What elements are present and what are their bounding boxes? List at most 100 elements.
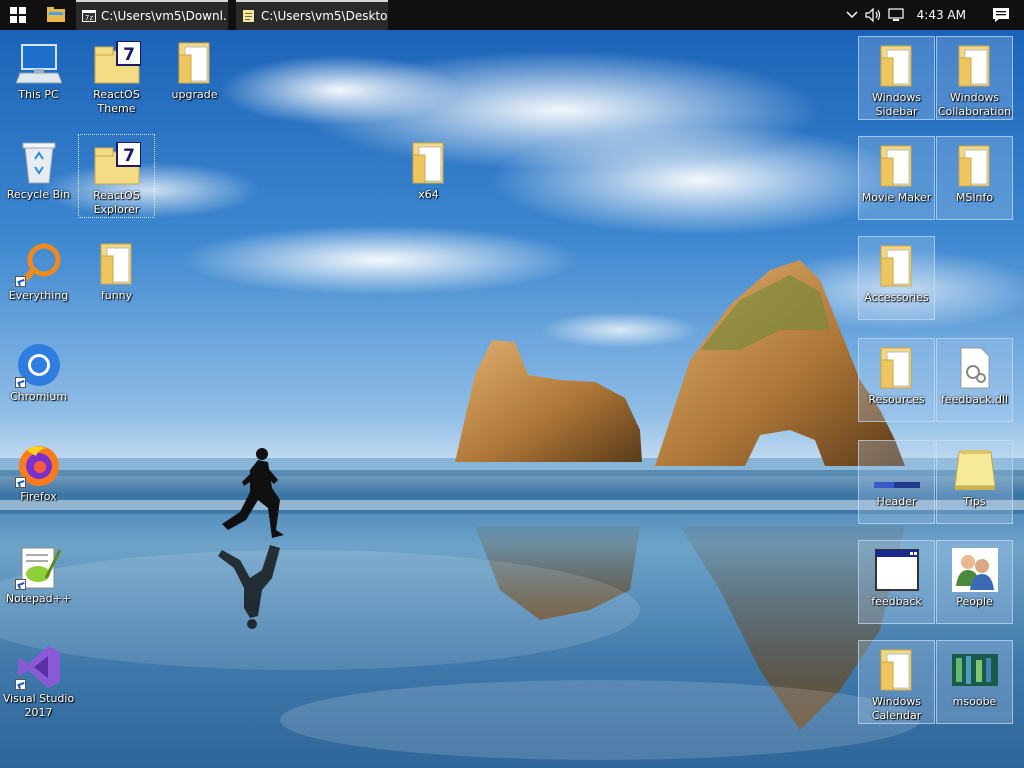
desktop-icon-visual-studio-2017[interactable]: Visual Studio 2017 <box>0 638 77 722</box>
icon-label: Everything <box>8 289 69 302</box>
icon-label: Accessories <box>864 291 929 304</box>
folder-icon <box>171 40 219 86</box>
desktop-icon-feedback[interactable]: feedback <box>858 540 935 624</box>
desktop-icon-everything[interactable]: Everything <box>0 235 77 319</box>
notepad-icon <box>243 10 254 22</box>
desktop-icon-msoobe[interactable]: msoobe <box>936 640 1013 724</box>
taskbar-window-title: C:\Users\vm5\Downl... <box>101 9 228 23</box>
reactos-folder-icon: 7 <box>93 141 141 187</box>
people-icon <box>951 547 999 593</box>
network-icon <box>888 8 904 21</box>
recycle-bin-icon <box>15 140 63 186</box>
folder-icon <box>873 647 921 693</box>
taskbar-window-title: C:\Users\vm5\Deskto... <box>261 9 388 23</box>
desktop-icon-windows-collaboration[interactable]: Windows Collaboration <box>936 36 1013 120</box>
desktop-icon-x64[interactable]: x64 <box>390 134 467 218</box>
chromium-icon <box>14 342 63 388</box>
volume-button[interactable] <box>863 0 885 30</box>
desktop-icon-movie-maker[interactable]: Movie Maker <box>858 136 935 220</box>
folder-icon <box>405 140 453 186</box>
start-button[interactable] <box>0 0 36 30</box>
desktop-icon-feedback-dll[interactable]: feedback.dll <box>936 338 1013 422</box>
dll-file-icon <box>951 345 999 391</box>
desktop-icon-reactos-theme[interactable]: 7 ReactOS Theme <box>78 34 155 118</box>
svg-text:7z: 7z <box>85 14 93 22</box>
desktop-icon-accessories[interactable]: Accessories <box>858 236 935 320</box>
desktop-icon-chromium[interactable]: Chromium <box>0 336 77 420</box>
icon-label: upgrade <box>171 88 218 101</box>
folder-icon <box>873 143 921 189</box>
network-button[interactable] <box>885 0 907 30</box>
computer-icon <box>15 40 63 86</box>
icon-label: People <box>956 595 993 608</box>
icon-label: Notepad++ <box>5 592 72 605</box>
icon-label: x64 <box>418 188 439 201</box>
header-image-icon <box>873 447 921 493</box>
taskbar: 7z C:\Users\vm5\Downl... C:\Users\vm5\De… <box>0 0 1024 30</box>
action-center-icon <box>993 8 1009 22</box>
command-window-icon: 7z <box>82 10 96 22</box>
visual-studio-icon <box>14 644 63 690</box>
folder-icon <box>873 243 921 289</box>
desktop-icon-windows-calendar[interactable]: Windows Calendar <box>858 640 935 724</box>
icon-label: Header <box>876 495 917 508</box>
desktop-icon-msinfo[interactable]: MSInfo <box>936 136 1013 220</box>
icon-label: Windows Sidebar <box>871 91 922 118</box>
folder-icon <box>873 345 921 391</box>
folder-icon <box>951 143 999 189</box>
desktop-icon-people[interactable]: People <box>936 540 1013 624</box>
desktop-icon-funny[interactable]: funny <box>78 235 155 319</box>
magnifier-icon <box>14 241 63 287</box>
taskbar-window-downloads[interactable]: 7z C:\Users\vm5\Downl... <box>76 0 228 30</box>
action-center-button[interactable] <box>986 0 1016 30</box>
icon-label: feedback <box>871 595 922 608</box>
icon-label: feedback.dll <box>940 393 1009 406</box>
desktop-icon-windows-sidebar[interactable]: Windows Sidebar <box>858 36 935 120</box>
desktop-icon-header[interactable]: Header <box>858 440 935 524</box>
desktop-icon-reactos-explorer[interactable]: 7 ReactOS Explorer <box>78 134 155 218</box>
reactos-folder-icon: 7 <box>93 40 141 86</box>
icon-label: This PC <box>18 88 59 101</box>
shortcut-arrow-icon <box>14 679 26 690</box>
folder-icon <box>47 7 65 22</box>
desktop-icon-tips[interactable]: Tips <box>936 440 1013 524</box>
shortcut-arrow-icon <box>14 477 26 488</box>
icon-label: msoobe <box>952 695 997 708</box>
icon-label: Recycle Bin <box>6 188 71 201</box>
shortcut-arrow-icon <box>14 377 26 388</box>
chevron-down-icon <box>846 11 858 19</box>
firefox-icon <box>14 442 63 488</box>
desktop[interactable]: This PC 7 ReactOS Theme upgrade Recycle … <box>0 30 1024 768</box>
icon-label: Windows Calendar <box>871 695 922 722</box>
tray-overflow-button[interactable] <box>841 0 863 30</box>
msoobe-image-icon <box>951 647 999 693</box>
desktop-icon-recycle-bin[interactable]: Recycle Bin <box>0 134 77 218</box>
icon-label: Firefox <box>20 490 57 503</box>
notepadpp-icon <box>14 544 63 590</box>
shortcut-arrow-icon <box>14 579 26 590</box>
icon-label: ReactOS Theme <box>93 88 140 115</box>
svg-text:7: 7 <box>123 146 135 166</box>
quicklaunch-explorer-button[interactable] <box>36 0 76 30</box>
desktop-icon-notepadpp[interactable]: Notepad++ <box>0 538 77 622</box>
icon-label: Windows Collaboration <box>937 91 1012 118</box>
icon-label: Visual Studio 2017 <box>2 692 75 719</box>
desktop-icon-this-pc[interactable]: This PC <box>0 34 77 118</box>
folder-icon <box>951 43 999 89</box>
icon-label: Resources <box>868 393 925 406</box>
desktop-icon-resources[interactable]: Resources <box>858 338 935 422</box>
speaker-icon <box>865 8 880 22</box>
taskbar-window-desktop[interactable]: C:\Users\vm5\Deskto... <box>236 0 388 30</box>
shortcut-arrow-icon <box>14 276 26 287</box>
system-tray: 4:43 AM <box>841 0 1024 30</box>
icon-label: MSInfo <box>955 191 994 204</box>
desktop-icon-firefox[interactable]: Firefox <box>0 436 77 520</box>
desktop-icon-upgrade[interactable]: upgrade <box>156 34 233 118</box>
windows-logo-icon <box>10 7 26 23</box>
notepad-icon <box>951 447 999 493</box>
icon-label: ReactOS Explorer <box>93 189 140 216</box>
window-icon <box>873 547 921 593</box>
icon-label: funny <box>100 289 133 302</box>
icon-label: Movie Maker <box>861 191 932 204</box>
taskbar-clock[interactable]: 4:43 AM <box>907 8 986 22</box>
